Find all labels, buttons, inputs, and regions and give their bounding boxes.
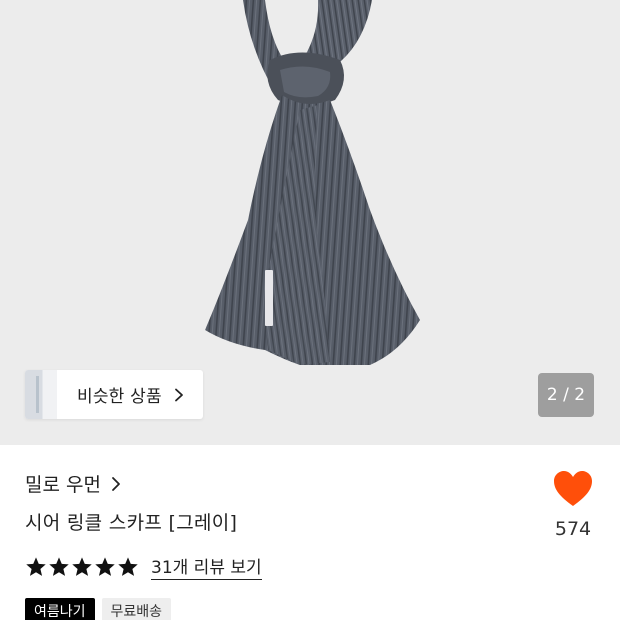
similar-product-thumbnail	[25, 370, 57, 419]
tag-badge: 무료배송	[101, 598, 172, 620]
similar-products-label: 비슷한 상품	[77, 387, 162, 407]
star-icon	[95, 556, 115, 576]
like-button[interactable]: 574	[548, 470, 598, 540]
brand-name: 밀로 우먼	[25, 474, 101, 496]
review-link[interactable]: 31개 리뷰 보기	[151, 553, 262, 580]
rating-row: 31개 리뷰 보기	[25, 553, 262, 580]
tag-badge: 여름나기	[25, 598, 95, 620]
product-image-gallery[interactable]: 비슷한 상품 2 / 2	[0, 0, 620, 445]
chevron-right-icon	[112, 476, 120, 491]
like-count: 574	[554, 518, 592, 540]
similar-products-button[interactable]: 비슷한 상품	[25, 370, 203, 419]
chevron-right-icon	[174, 388, 183, 401]
star-icon	[26, 556, 46, 576]
product-title: 시어 링클 스카프 [그레이]	[25, 512, 238, 534]
star-icon	[118, 556, 138, 576]
brand-link[interactable]: 밀로 우먼	[25, 470, 123, 497]
star-icon	[72, 556, 92, 576]
image-page-counter: 2 / 2	[538, 373, 594, 417]
star-rating	[25, 556, 139, 578]
product-tags: 여름나기 무료배송	[25, 598, 172, 620]
heart-icon	[554, 471, 592, 506]
star-icon	[49, 556, 69, 576]
